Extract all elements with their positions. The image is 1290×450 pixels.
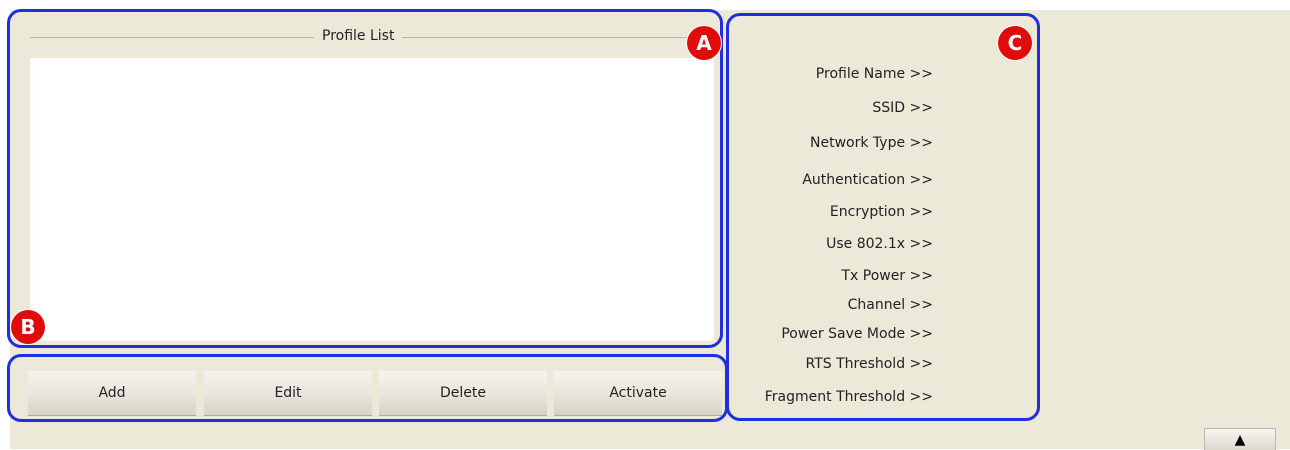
marker-c: C — [998, 26, 1032, 60]
annotation-outline-c — [726, 13, 1040, 421]
annotation-outline-b — [7, 354, 728, 422]
marker-a: A — [687, 26, 721, 60]
expand-button[interactable]: ▲ — [1204, 428, 1276, 450]
marker-b: B — [11, 310, 45, 344]
annotation-outline-a — [7, 9, 723, 348]
triangle-up-icon: ▲ — [1234, 431, 1246, 448]
